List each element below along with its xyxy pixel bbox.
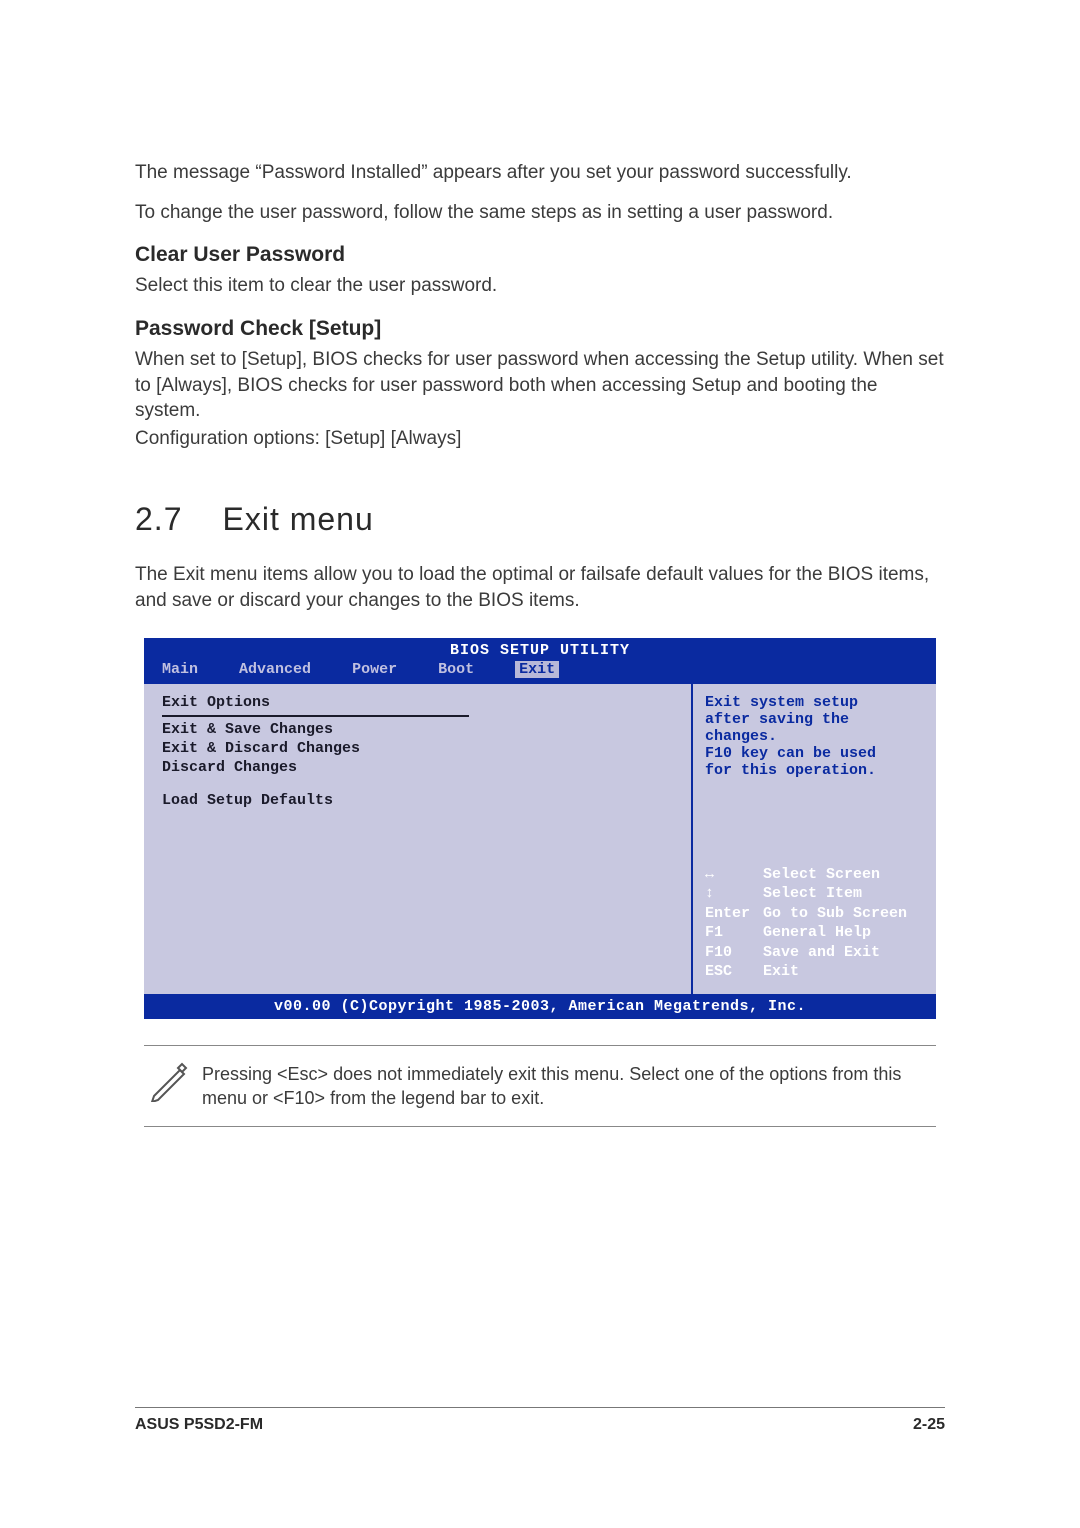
bios-option-discard[interactable]: Discard Changes: [162, 759, 673, 776]
bios-tab-advanced[interactable]: Advanced: [239, 661, 311, 678]
key-f1: F1: [705, 923, 763, 943]
bios-left-pane: Exit Options Exit & Save Changes Exit & …: [144, 684, 691, 994]
key-esc: ESC: [705, 962, 763, 982]
bios-divider: [162, 715, 469, 717]
bios-help-line: Exit system setup: [705, 694, 924, 711]
key-left-right-icon: ↔: [705, 865, 763, 885]
section-number: 2.7: [135, 501, 182, 537]
note-box: Pressing <Esc> does not immediately exit…: [144, 1045, 936, 1128]
page-content: The message “Password Installed” appears…: [0, 0, 1080, 1187]
legend-desc: General Help: [763, 923, 871, 943]
bios-tab-power[interactable]: Power: [352, 661, 397, 678]
key-f10: F10: [705, 943, 763, 963]
paragraph: The message “Password Installed” appears…: [135, 160, 945, 186]
bios-tab-boot[interactable]: Boot: [438, 661, 474, 678]
footer-page-number: 2-25: [913, 1416, 945, 1434]
paragraph: When set to [Setup], BIOS checks for use…: [135, 347, 945, 424]
footer-product: ASUS P5SD2-FM: [135, 1416, 263, 1434]
bios-exit-options-heading: Exit Options: [162, 694, 673, 711]
bios-right-pane: Exit system setup after saving the chang…: [691, 684, 936, 994]
pencil-icon: [148, 1062, 202, 1107]
bios-footer: v00.00 (C)Copyright 1985-2003, American …: [144, 994, 936, 1019]
key-enter: Enter: [705, 904, 763, 924]
legend-desc: Go to Sub Screen: [763, 904, 907, 924]
bios-option-save-exit[interactable]: Exit & Save Changes: [162, 721, 673, 738]
section-title: Exit menu: [222, 501, 373, 537]
legend-desc: Exit: [763, 962, 799, 982]
legend-desc: Select Item: [763, 884, 862, 904]
bios-tab-exit[interactable]: Exit: [515, 661, 559, 678]
paragraph: To change the user password, follow the …: [135, 200, 945, 226]
paragraph: The Exit menu items allow you to load th…: [135, 562, 945, 613]
heading-password-check: Password Check [Setup]: [135, 317, 945, 341]
bios-body: Exit Options Exit & Save Changes Exit & …: [144, 682, 936, 994]
paragraph: Configuration options: [Setup] [Always]: [135, 426, 945, 452]
paragraph: Select this item to clear the user passw…: [135, 273, 945, 299]
bios-title: BIOS SETUP UTILITY: [144, 638, 936, 659]
bios-help-line: for this operation.: [705, 762, 924, 779]
bios-legend: ↔Select Screen ↕Select Item EnterGo to S…: [705, 865, 924, 982]
bios-help-line: after saving the: [705, 711, 924, 728]
legend-desc: Save and Exit: [763, 943, 880, 963]
bios-option-load-defaults[interactable]: Load Setup Defaults: [162, 792, 673, 809]
bios-option-discard-exit[interactable]: Exit & Discard Changes: [162, 740, 673, 757]
bios-tabs: Main Advanced Power Boot Exit: [144, 659, 936, 682]
note-text: Pressing <Esc> does not immediately exit…: [202, 1062, 932, 1111]
heading-clear-password: Clear User Password: [135, 243, 945, 267]
bios-screenshot: BIOS SETUP UTILITY Main Advanced Power B…: [144, 638, 936, 1019]
legend-desc: Select Screen: [763, 865, 880, 885]
bios-tab-main[interactable]: Main: [162, 661, 198, 678]
bios-help-line: changes.: [705, 728, 924, 745]
page-footer: ASUS P5SD2-FM 2-25: [135, 1407, 945, 1434]
key-up-down-icon: ↕: [705, 884, 763, 904]
bios-help-line: F10 key can be used: [705, 745, 924, 762]
section-heading-exit-menu: 2.7 Exit menu: [135, 501, 945, 538]
